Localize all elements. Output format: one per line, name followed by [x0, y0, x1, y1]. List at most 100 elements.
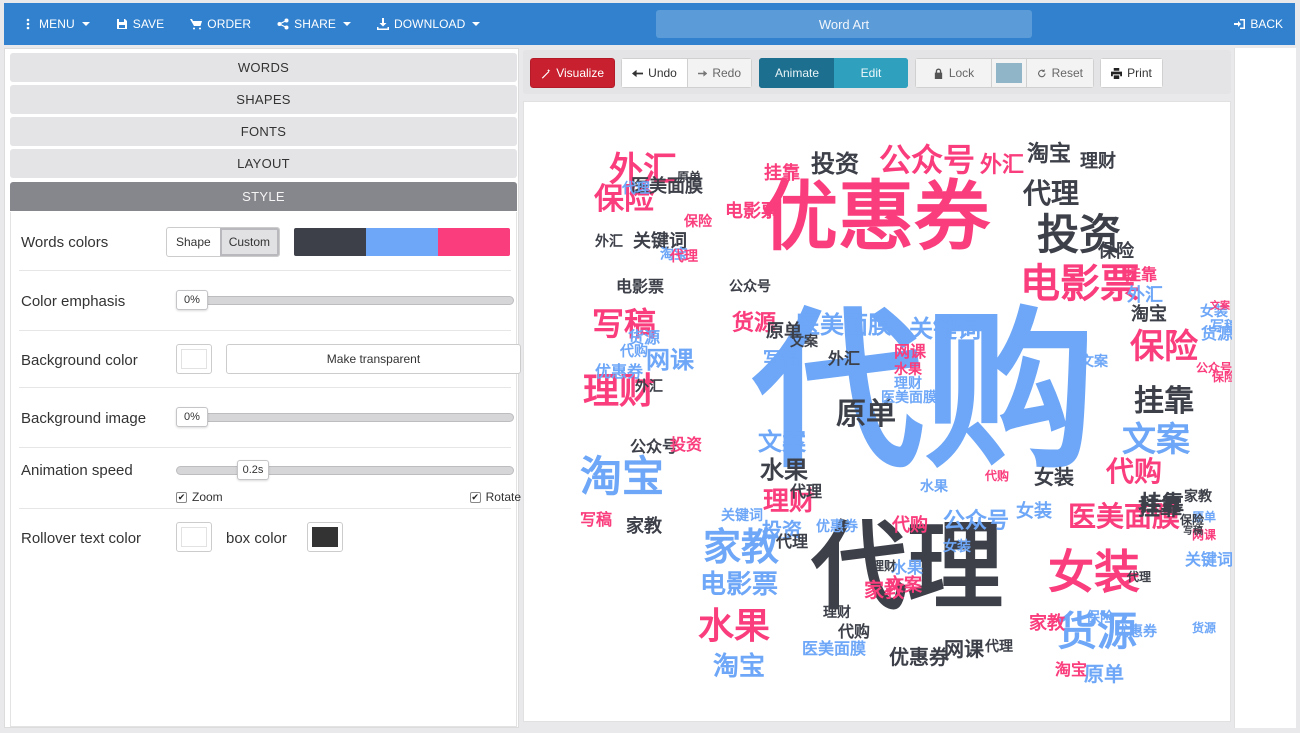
cloud-word[interactable]: 外汇: [828, 351, 860, 367]
color-emphasis-handle[interactable]: 0%: [176, 290, 208, 310]
back-button[interactable]: BACK: [1234, 3, 1283, 45]
cloud-word[interactable]: 保险: [1212, 371, 1232, 383]
cloud-word[interactable]: 保险: [1086, 611, 1114, 625]
cloud-word[interactable]: 挂靠: [764, 165, 800, 183]
undo-button[interactable]: Undo: [621, 58, 688, 88]
cloud-word[interactable]: 原单: [1084, 664, 1124, 684]
cloud-word[interactable]: 电影票: [1020, 264, 1140, 304]
cloud-word[interactable]: 医美面膜: [802, 641, 866, 657]
cloud-word[interactable]: 女装: [943, 540, 971, 554]
word-art-canvas[interactable]: 优惠券 代购 代理 投资 电影票 公众号 外汇 保险 写稿 理财 淘宝 家教 水果 电影票 淘宝 女装 货源 医美…: [523, 101, 1232, 723]
cloud-word[interactable]: 关键词: [1185, 552, 1232, 568]
cloud-word[interactable]: 医美面膜: [881, 391, 937, 405]
accordion-words[interactable]: WORDS: [10, 53, 517, 82]
cloud-word[interactable]: 投资: [670, 437, 702, 453]
cloud-word[interactable]: 文案: [886, 577, 922, 595]
animation-speed-handle[interactable]: 0.2s: [237, 460, 269, 480]
cloud-word[interactable]: 理财: [1080, 153, 1116, 171]
cloud-word[interactable]: 公众号: [729, 280, 771, 294]
cloud-word[interactable]: 代购: [892, 517, 928, 535]
cloud-word[interactable]: 优惠券: [762, 179, 990, 255]
cloud-word[interactable]: 家教: [1184, 490, 1212, 504]
reset-button[interactable]: Reset: [1026, 58, 1094, 88]
cloud-word[interactable]: 电影票: [616, 279, 664, 295]
cloud-word[interactable]: 挂靠: [1138, 498, 1182, 520]
cloud-word[interactable]: 水果: [698, 609, 770, 645]
swatch-dark[interactable]: [294, 228, 366, 256]
cloud-word[interactable]: 文案: [1122, 423, 1190, 457]
word-cloud[interactable]: 优惠券 代购 代理 投资 电影票 公众号 外汇 保险 写稿 理财 淘宝 家教 水果 电影票 淘宝 女装 货源 医美…: [524, 102, 1232, 723]
lock-button[interactable]: Lock: [915, 58, 992, 88]
cloud-word[interactable]: 理财: [872, 560, 896, 572]
cloud-word[interactable]: 优惠券: [595, 364, 643, 380]
animation-speed-slider[interactable]: [176, 466, 514, 475]
cloud-word[interactable]: 外汇: [595, 235, 623, 249]
cloud-word[interactable]: 货源: [1192, 622, 1216, 634]
cloud-word[interactable]: 写稿: [580, 512, 612, 528]
cloud-word[interactable]: 代理: [776, 534, 808, 550]
cloud-word[interactable]: 水果: [894, 363, 922, 377]
swatch-blue[interactable]: [366, 228, 438, 256]
cloud-word[interactable]: 淘宝: [1027, 144, 1071, 166]
make-transparent-button[interactable]: Make transparent: [226, 344, 521, 374]
print-button[interactable]: Print: [1100, 58, 1163, 88]
cloud-word[interactable]: 优惠券: [816, 520, 858, 534]
cloud-word[interactable]: 关键词: [721, 509, 763, 523]
cloud-word[interactable]: 保险: [1180, 514, 1204, 526]
cloud-word[interactable]: 代理: [985, 640, 1013, 654]
animate-tab[interactable]: Animate: [759, 58, 835, 88]
edit-tab[interactable]: Edit: [834, 58, 908, 88]
cloud-word[interactable]: 代购: [985, 470, 1009, 482]
color-emphasis-slider[interactable]: [176, 296, 514, 305]
cloud-word[interactable]: 保险: [684, 215, 712, 229]
cloud-word[interactable]: 文案: [758, 430, 806, 454]
share-button[interactable]: SHARE: [264, 3, 364, 45]
cloud-word[interactable]: 挂靠: [1134, 387, 1194, 417]
cloud-word[interactable]: 网课: [646, 348, 694, 372]
cloud-word[interactable]: 淘宝: [713, 654, 765, 680]
cloud-word[interactable]: 代理: [1023, 180, 1079, 208]
swatch-pink[interactable]: [438, 228, 510, 256]
cloud-word[interactable]: 理财: [894, 377, 922, 391]
cloud-word[interactable]: 外汇: [980, 155, 1024, 177]
cloud-word[interactable]: 淘宝: [1131, 306, 1167, 324]
cloud-word[interactable]: 电影票: [700, 572, 778, 598]
cloud-word[interactable]: 写稿: [1183, 527, 1203, 537]
accordion-layout[interactable]: LAYOUT: [10, 149, 517, 178]
cloud-word[interactable]: 优惠券: [889, 647, 949, 667]
zoom-checkbox[interactable]: ✔ Zoom: [176, 490, 223, 504]
cloud-word[interactable]: 文案: [1080, 355, 1108, 369]
cloud-word[interactable]: 代理: [622, 182, 650, 196]
cloud-word[interactable]: 代购: [1106, 458, 1162, 486]
rollover-text-color-picker[interactable]: [176, 522, 212, 552]
cloud-word[interactable]: 关键词: [909, 317, 981, 341]
accordion-shapes[interactable]: SHAPES: [10, 85, 517, 114]
cloud-word[interactable]: 外汇: [635, 380, 663, 394]
cloud-word[interactable]: 代购: [838, 624, 870, 640]
order-button[interactable]: ORDER: [177, 3, 264, 45]
cloud-word[interactable]: 淘宝: [1055, 662, 1087, 678]
shape-colors-button[interactable]: Shape: [167, 228, 220, 256]
cloud-word[interactable]: 理财: [823, 606, 851, 620]
cloud-word[interactable]: 公众号: [879, 144, 975, 176]
cloud-word[interactable]: 挂靠: [1125, 267, 1157, 283]
cloud-word[interactable]: 女装: [1034, 467, 1074, 487]
background-color-picker[interactable]: [176, 344, 212, 374]
cloud-word[interactable]: 保险: [1098, 243, 1134, 261]
cloud-word[interactable]: 保险: [1130, 330, 1198, 364]
cloud-word[interactable]: 家教: [1029, 615, 1065, 633]
cloud-word[interactable]: 家教: [626, 518, 662, 536]
menu-button[interactable]: MENU: [4, 3, 103, 45]
visualize-button[interactable]: Visualize: [530, 58, 615, 88]
cloud-word[interactable]: 原单: [677, 171, 701, 183]
save-button[interactable]: SAVE: [103, 3, 178, 45]
cloud-word[interactable]: 优惠券: [1115, 625, 1157, 639]
cloud-word[interactable]: 代购: [620, 345, 648, 359]
cloud-word[interactable]: 水果: [760, 458, 808, 482]
cloud-word[interactable]: 投资: [811, 152, 859, 176]
cloud-word[interactable]: 水果: [920, 480, 948, 494]
cloud-word[interactable]: 电影票: [725, 203, 779, 221]
cloud-word[interactable]: 写稿: [1210, 320, 1232, 334]
cloud-word[interactable]: 外汇: [1127, 287, 1163, 305]
rotate-checkbox[interactable]: ✔ Rotate: [469, 490, 521, 504]
